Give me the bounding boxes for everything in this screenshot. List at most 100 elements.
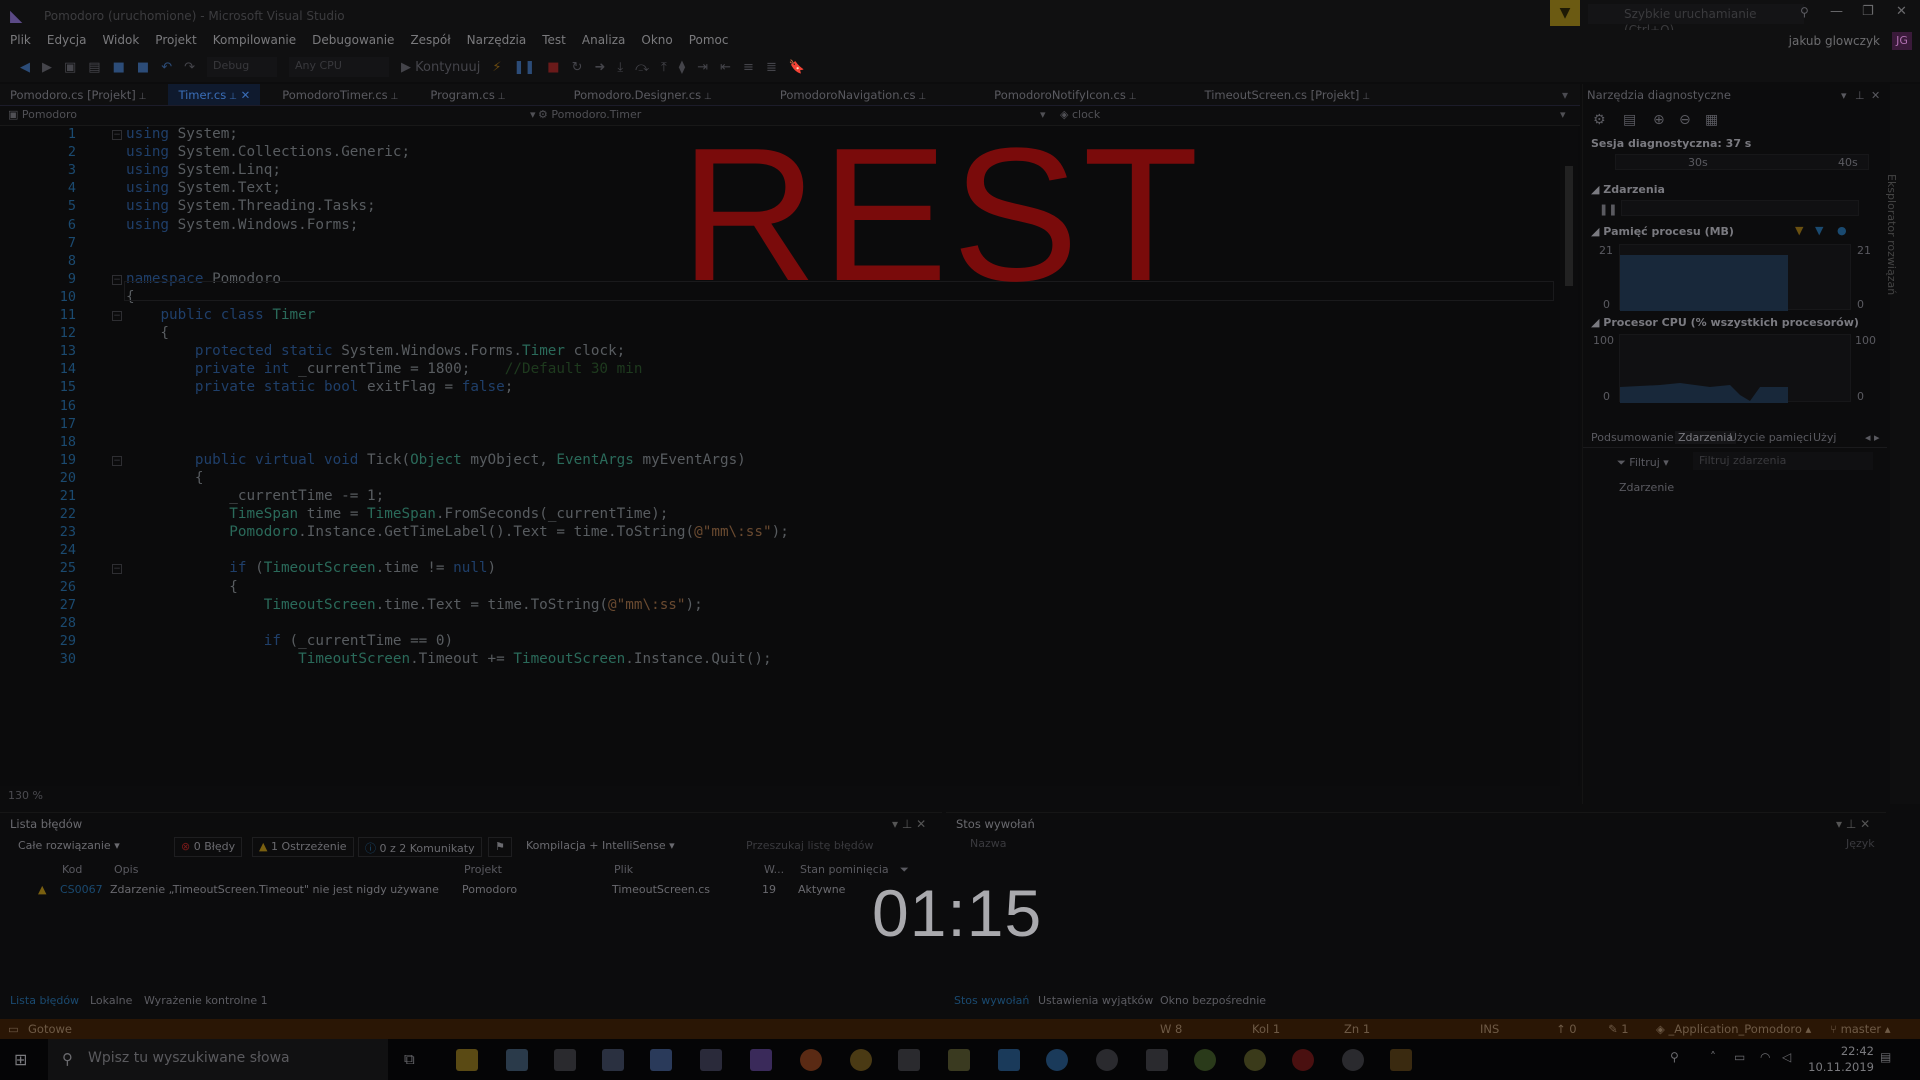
restart-icon[interactable]: ↻ [572,60,583,75]
scrollbar-thumb[interactable] [1565,166,1573,286]
taskbar-clock[interactable]: 22:42 10.11.2019 [1808,1043,1874,1075]
steam-icon[interactable] [1096,1049,1118,1071]
menu-item[interactable]: Plik [2,30,39,50]
taskbar-search-input[interactable]: Wpisz tu wyszukiwane słowa [48,1039,388,1080]
razer-icon[interactable] [1194,1049,1216,1071]
restore-button[interactable]: ❐ [1862,4,1874,19]
zoom-out-icon[interactable]: ⊖ [1679,112,1691,128]
chrome-icon[interactable] [850,1049,872,1071]
code-line[interactable]: using System.Linq; [126,162,281,178]
undo-icon[interactable]: ↶ [161,60,172,75]
discord-icon[interactable] [602,1049,624,1071]
tab-memory-usage[interactable]: Użycie pamięci [1729,431,1812,444]
fold-toggle-icon[interactable]: − [112,274,122,285]
cpu-chart[interactable] [1619,334,1851,403]
people-icon[interactable]: ⚲ [1670,1050,1679,1064]
firefox-icon[interactable] [800,1049,822,1071]
feedback-filter-icon[interactable]: ▼ [1550,0,1580,26]
column-line[interactable]: W... [764,863,784,876]
cpu-section-title[interactable]: ◢ Procesor CPU (% wszystkich procesorów) [1591,316,1859,329]
call-stack-controls[interactable]: ▾ ⊥ ✕ [1836,817,1870,831]
code-line[interactable]: using System.Windows.Forms; [126,217,358,233]
menu-item[interactable]: Edycja [39,30,95,50]
menu-item[interactable]: Okno [633,30,680,50]
game-app-icon[interactable] [1146,1049,1168,1071]
save-all-icon[interactable]: ■ [137,60,149,75]
memory-chart[interactable] [1619,244,1851,311]
code-line[interactable]: TimeoutScreen.Timeout += TimeoutScreen.I… [126,651,771,667]
messages-filter-button[interactable]: ⓘ 0 z 2 Komunikaty [358,837,482,857]
configuration-select[interactable]: Debug [207,57,277,77]
tab-document[interactable]: Program.cs ⊥ [420,84,515,105]
code-line[interactable]: { [126,325,169,341]
pause-events-icon[interactable]: ❚❚ [1599,203,1617,216]
pin-icon[interactable]: ⊥ [226,92,237,102]
windows-start-icon[interactable]: ⊞ [14,1050,27,1069]
error-panel-controls[interactable]: ▾ ⊥ ✕ [892,817,926,831]
tab-document[interactable]: PomodoroTimer.cs ⊥ [272,84,408,105]
pin-icon[interactable]: ⊥ [1359,92,1370,102]
tab-call-stack[interactable]: Stos wywołań [954,994,1029,1007]
back-icon[interactable]: ◀ [20,60,30,75]
errors-filter-button[interactable]: ⊗ 0 Błędy [174,837,243,857]
memory-section-title[interactable]: ◢ Pamięć procesu (MB) [1591,225,1734,238]
tab-document[interactable]: Pomodoro.Designer.cs ⊥ [564,84,722,105]
breakpoint-icon[interactable]: ⧫ [679,60,685,75]
fold-toggle-icon[interactable]: − [112,130,122,140]
fold-toggle-icon[interactable]: − [112,564,122,575]
pending-push[interactable]: ↑ 0 [1556,1022,1577,1036]
pin-icon[interactable]: ⊥ [495,92,506,102]
tab-document[interactable]: PomodoroNavigation.cs ⊥ [770,84,936,105]
minimize-button[interactable]: — [1830,4,1843,19]
bookmark-icon[interactable]: 🔖 [789,60,805,75]
code-line[interactable]: if (_currentTime == 0) [126,633,453,649]
column-language[interactable]: Język [1846,837,1875,850]
hot-reload-icon[interactable]: ⚡ [492,60,501,75]
project-dropdown[interactable]: ▣ Pomodoro [8,108,77,121]
battery-icon[interactable]: ▭ [1734,1050,1745,1064]
tab-cpu-usage[interactable]: Użyj [1813,431,1836,444]
timeline-ruler[interactable]: 30s 40s [1615,154,1869,170]
menu-item[interactable]: Kompilowanie [205,30,304,50]
forward-icon[interactable]: ▶ [42,60,52,75]
tab-document[interactable]: Timer.cs ⊥ ✕ [168,84,261,105]
menu-item[interactable]: Pomoc [681,30,737,50]
fold-toggle-icon[interactable]: − [112,311,122,321]
record-icon[interactable] [1292,1049,1314,1071]
build-filter-icon[interactable]: ⚑ [488,837,512,857]
code-line[interactable]: using System; [126,126,238,142]
tab-overflow-icon[interactable]: ▾ [1562,88,1568,102]
pause-icon[interactable]: ❚❚ [513,60,535,75]
branch-selector[interactable]: ⑂ master ▴ [1830,1022,1891,1036]
pin-icon[interactable]: ⊥ [1126,92,1137,102]
avatar[interactable]: JG [1892,32,1912,50]
menu-item[interactable]: Zespół [402,30,458,50]
filter-events-input[interactable]: Filtruj zdarzenia [1693,452,1873,470]
tab-exception-settings[interactable]: Ustawienia wyjątków [1038,994,1153,1007]
code-line[interactable]: public virtual void Tick(Object myObject… [126,452,746,468]
menu-item[interactable]: Widok [94,30,147,50]
tray-overflow-icon[interactable]: ˄ [1710,1050,1716,1064]
vscode-icon[interactable] [700,1049,722,1071]
step-into-icon[interactable]: ⤓ [617,60,623,75]
tab-document[interactable]: TimeoutScreen.cs [Projekt] ⊥ [1195,84,1381,105]
code-line[interactable]: protected static System.Windows.Forms.Ti… [126,343,625,359]
app-icon[interactable] [1244,1049,1266,1071]
menu-item[interactable]: Projekt [147,30,204,50]
pin-icon[interactable]: ⊥ [136,92,147,102]
tabs-scroll-icon[interactable]: ◂ ▸ [1865,431,1880,444]
close-tab-icon[interactable]: ✕ [237,88,251,102]
user-name[interactable]: jakub glowczyk [1789,34,1880,48]
comment-icon[interactable]: ≡ [743,60,754,75]
error-code-link[interactable]: CS0067 [60,883,103,896]
repository-selector[interactable]: ◈ _Application_Pomodoro ▴ [1656,1022,1811,1036]
build-source-select[interactable]: Kompilacja + IntelliSense ▾ [520,837,681,857]
minecraft-icon[interactable] [948,1049,970,1071]
game-controller-icon[interactable] [554,1049,576,1071]
open-file-icon[interactable]: ▤ [88,60,100,75]
code-line[interactable]: using System.Threading.Tasks; [126,198,376,214]
pin-icon[interactable]: ⊥ [915,92,926,102]
events-section-title[interactable]: ◢ Zdarzenia [1591,183,1665,196]
uncomment-icon[interactable]: ≣ [766,60,777,75]
pomodoro-app-icon[interactable] [1390,1049,1412,1071]
